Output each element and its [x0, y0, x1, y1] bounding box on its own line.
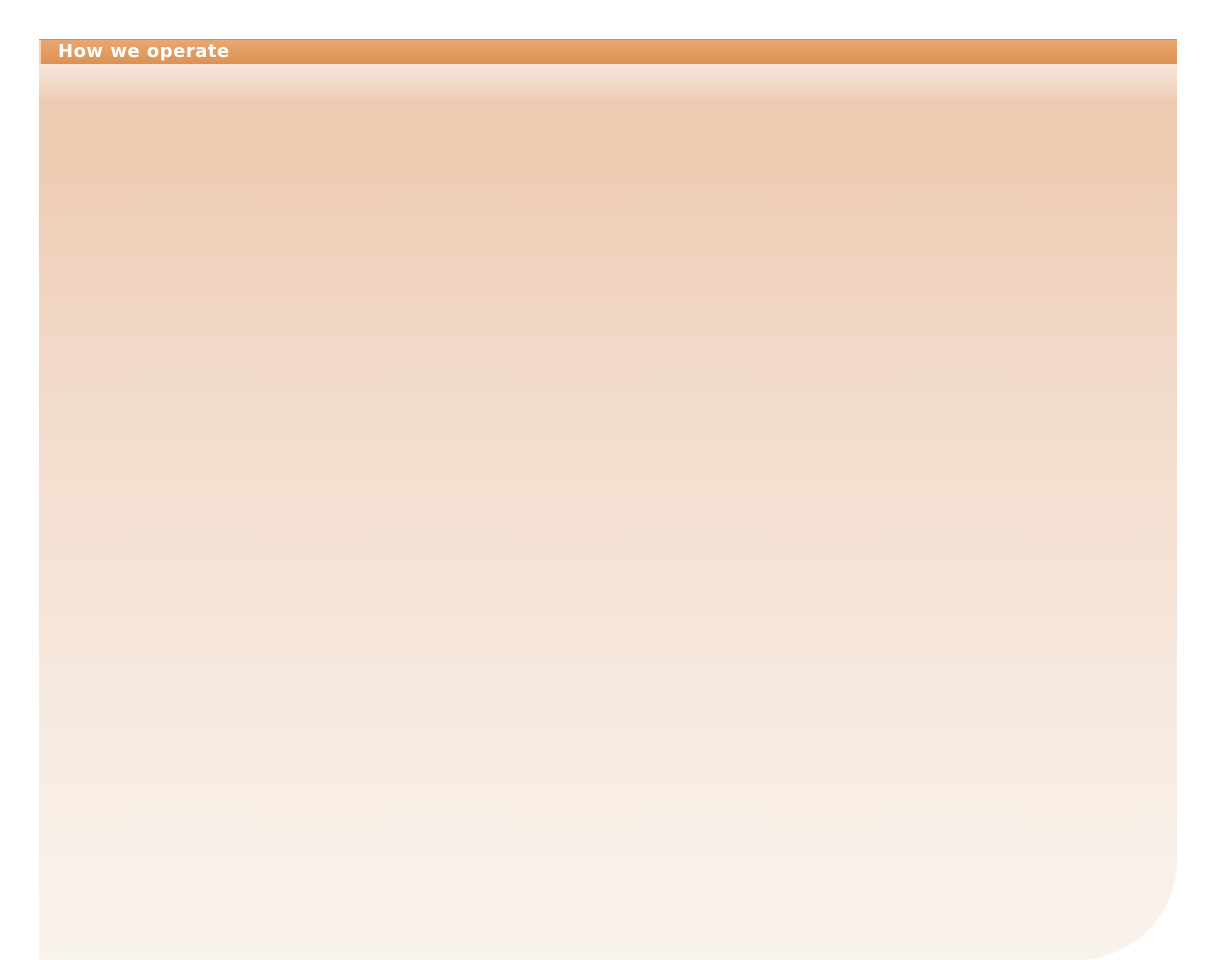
content-panel: How we operate [39, 39, 1177, 960]
section-header-bar: How we operate [39, 39, 1177, 64]
section-title: How we operate [58, 41, 230, 62]
page: How we operate [0, 0, 1215, 960]
header-highlight [39, 64, 1177, 104]
